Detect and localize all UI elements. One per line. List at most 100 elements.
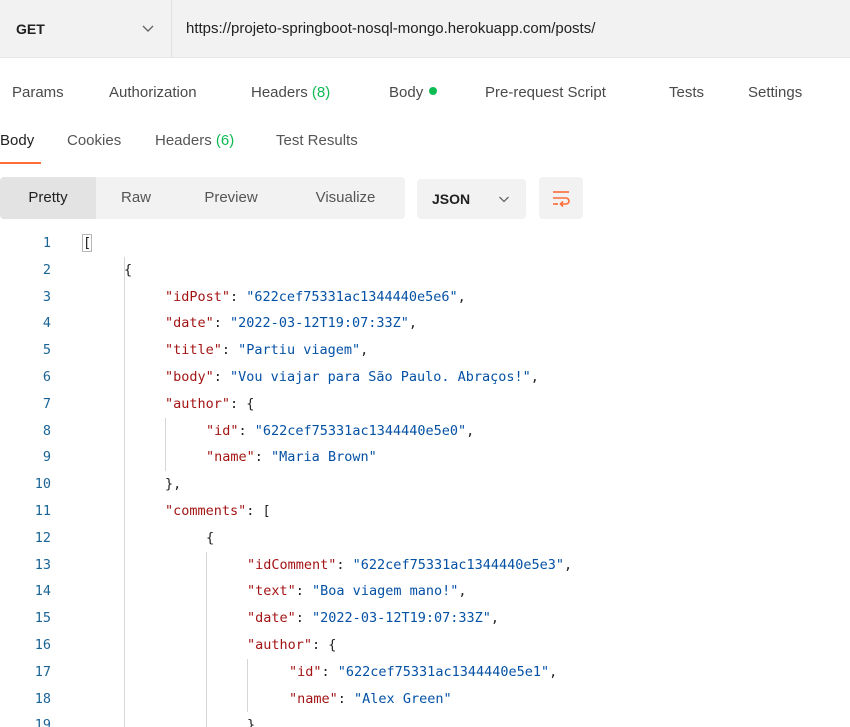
response-tab-body[interactable]: Body	[0, 132, 34, 149]
json-punctuation: :	[295, 610, 313, 627]
json-punctuation: [	[81, 234, 93, 252]
tab-tests[interactable]: Tests	[669, 84, 704, 101]
line-number: 14	[34, 583, 51, 600]
json-punctuation: :	[213, 315, 231, 332]
code-text: },	[165, 471, 181, 498]
method-select[interactable]: GET	[0, 0, 172, 58]
json-punctuation: :	[213, 369, 231, 385]
code-text: "name": "Maria Brown"	[206, 444, 377, 471]
format-label: JSON	[432, 191, 471, 207]
line-number: 19	[34, 717, 51, 727]
indent-guide	[124, 256, 125, 727]
code-text: "name": "Alex Green"	[289, 686, 452, 713]
code-line: 10},	[0, 471, 850, 498]
json-string: "Maria Brown"	[271, 449, 377, 466]
tab-params[interactable]: Params	[12, 84, 64, 101]
json-string: "Vou viajar para São Paulo. Abraços!"	[230, 369, 531, 385]
line-number: 10	[34, 476, 51, 493]
json-punctuation: ,	[458, 583, 467, 600]
code-line: 15 "date": "2022-03-12T19:07:33Z",	[0, 605, 850, 632]
tab-body[interactable]: Body	[389, 84, 438, 101]
code-line: 8 "id": "622cef75331ac1344440e5e0",	[0, 418, 850, 445]
tab-headers[interactable]: Headers (8)	[251, 84, 330, 101]
response-tabs: Body Cookies Headers (6) Test Results	[0, 132, 850, 166]
response-headers-count: (6)	[215, 132, 235, 149]
json-key: "title"	[165, 342, 222, 359]
response-tab-test-results[interactable]: Test Results	[276, 132, 358, 149]
json-punctuation: {	[124, 261, 133, 278]
json-string: "622cef75331ac1344440e5e6"	[246, 288, 458, 305]
json-string: "Partiu viagem"	[238, 342, 361, 359]
code-text: {	[206, 525, 214, 552]
code-line: 1[	[0, 230, 850, 257]
response-tab-headers[interactable]: Headers (6)	[155, 132, 234, 149]
json-punctuation: {	[206, 529, 215, 546]
tab-pre-request-script[interactable]: Pre-request Script	[485, 84, 606, 101]
json-punctuation: }	[247, 717, 256, 727]
url-input[interactable]: https://projeto-springboot-nosql-mongo.h…	[186, 20, 595, 37]
json-punctuation: ,	[549, 663, 558, 680]
response-body-editor[interactable]: 1[2{3 "idPost": "622cef75331ac1344440e5e6…	[0, 230, 850, 727]
json-punctuation: ,	[360, 342, 369, 359]
json-string: "Boa viagem mano!"	[312, 583, 459, 600]
code-line: 11 "comments": [	[0, 498, 850, 525]
code-line: 3 "idPost": "622cef75331ac1344440e5e6",	[0, 284, 850, 311]
json-key: "body"	[165, 369, 214, 385]
json-key: "author"	[165, 395, 231, 412]
json-key: "date"	[247, 610, 296, 627]
code-text: "author": {	[165, 391, 254, 418]
json-key: "id"	[289, 663, 322, 680]
code-line: 12 {	[0, 525, 850, 552]
code-line: 16 "author": {	[0, 632, 850, 659]
view-preview-button[interactable]: Preview	[176, 177, 286, 219]
status-dot-icon	[429, 87, 438, 95]
json-punctuation: : [	[246, 503, 271, 519]
line-number: 18	[34, 690, 51, 707]
json-key: "text"	[247, 583, 296, 600]
json-punctuation: :	[254, 449, 272, 466]
code-line: 19}	[0, 712, 850, 727]
view-pretty-button[interactable]: Pretty	[0, 177, 96, 219]
json-string: "2022-03-12T19:07:33Z"	[230, 315, 409, 332]
json-key: "id"	[206, 422, 239, 439]
line-number: 8	[42, 422, 51, 439]
json-key: "idPost"	[165, 288, 231, 305]
code-text: "idPost": "622cef75331ac1344440e5e6",	[165, 284, 466, 311]
chevron-down-icon	[142, 25, 154, 32]
code-line: 6 "body": "Vou viajar para São Paulo. Abr…	[0, 364, 850, 391]
json-key: "idComment"	[247, 556, 337, 573]
code-text: "comments": [	[165, 498, 271, 525]
line-number: 1	[42, 235, 51, 251]
json-punctuation: :	[337, 690, 355, 707]
tab-settings[interactable]: Settings	[748, 84, 802, 101]
code-text: "author": {	[247, 632, 336, 659]
json-key: "name"	[289, 690, 338, 707]
method-label: GET	[16, 21, 45, 37]
code-text: "date": "2022-03-12T19:07:33Z",	[165, 310, 417, 337]
view-raw-button[interactable]: Raw	[96, 177, 176, 219]
chevron-down-icon	[499, 196, 509, 203]
json-key: "date"	[165, 315, 214, 332]
wrap-lines-button[interactable]	[539, 177, 583, 219]
code-line: 17 "id": "622cef75331ac1344440e5e1",	[0, 659, 850, 686]
response-tab-cookies[interactable]: Cookies	[67, 132, 121, 149]
json-punctuation: ,	[564, 556, 573, 573]
json-string: "622cef75331ac1344440e5e1"	[337, 663, 550, 680]
code-text: {	[124, 257, 132, 284]
tab-headers-label: Headers	[251, 84, 308, 101]
code-text: "body": "Vou viajar para São Paulo. Abra…	[165, 364, 539, 391]
response-tab-headers-label: Headers	[155, 132, 212, 149]
json-key: "author"	[247, 637, 313, 653]
code-text: "title": "Partiu viagem",	[165, 337, 368, 364]
code-text: "id": "622cef75331ac1344440e5e1",	[289, 659, 557, 686]
json-string: "622cef75331ac1344440e5e0"	[254, 422, 467, 439]
view-visualize-button[interactable]: Visualize	[286, 177, 405, 219]
code-text: "id": "622cef75331ac1344440e5e0",	[206, 418, 474, 445]
headers-count: (8)	[311, 84, 331, 101]
code-text: "text": "Boa viagem mano!",	[247, 578, 467, 605]
tab-authorization[interactable]: Authorization	[109, 84, 197, 101]
indent-guide	[247, 658, 248, 713]
format-select[interactable]: JSON	[417, 179, 526, 219]
json-punctuation: ,	[466, 422, 475, 439]
code-line: 5 "title": "Partiu viagem",	[0, 337, 850, 364]
